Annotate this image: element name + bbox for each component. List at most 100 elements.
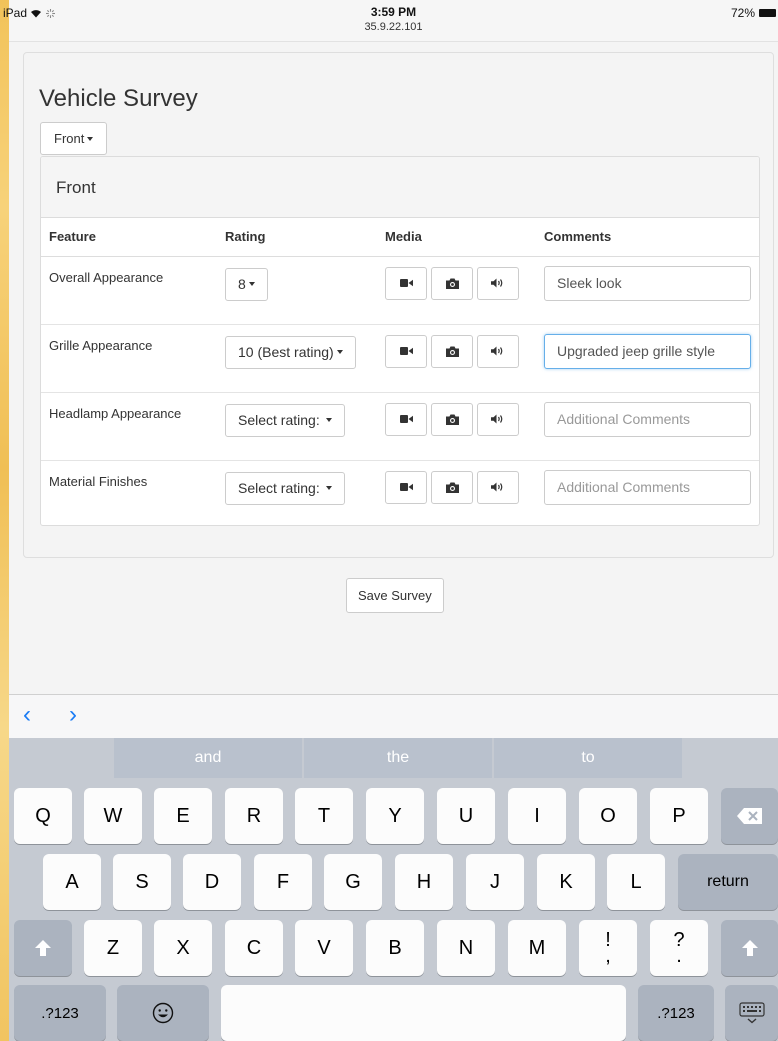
battery-icon [759, 9, 776, 17]
feature-label: Material Finishes [41, 459, 217, 525]
next-field-icon[interactable]: › [69, 701, 77, 729]
key-j[interactable]: J [466, 854, 524, 910]
column-header-media: Media [377, 218, 536, 257]
comment-input[interactable] [544, 401, 751, 437]
comment-cell [536, 323, 759, 392]
key-o[interactable]: O [579, 788, 637, 844]
key-p[interactable]: P [650, 788, 708, 844]
key-s[interactable]: S [113, 854, 171, 910]
caret-down-icon [325, 418, 332, 422]
rating-dropdown[interactable]: 10 (Best rating) [225, 335, 356, 369]
rating-dropdown[interactable]: Select rating: [225, 471, 345, 505]
key-question-period[interactable]: ? . [650, 920, 708, 976]
space-bar[interactable] [221, 985, 626, 1041]
battery-percent: 72% [730, 6, 755, 20]
audio-button[interactable] [477, 470, 519, 504]
photo-button[interactable] [431, 334, 473, 368]
page: iPad 3:59 PM 35.9.22.101 72% Vehicle Sur… [3, 0, 778, 1041]
page-url: 35.9.22.101 [364, 21, 423, 33]
key-k[interactable]: K [537, 854, 595, 910]
suggestion-bar: and the to [9, 738, 778, 778]
column-header-feature: Feature [41, 218, 217, 257]
rating-dropdown[interactable]: Select rating: [225, 403, 345, 437]
section-dropdown[interactable]: Front [40, 122, 108, 155]
section-card: Front Feature Rating Media Comments Over… [40, 156, 760, 526]
comment-input[interactable] [544, 469, 751, 505]
survey-panel: Vehicle Survey Front Front Feature Ratin… [23, 52, 774, 558]
comment-input[interactable] [544, 265, 751, 301]
video-button[interactable] [385, 402, 427, 436]
key-v[interactable]: V [295, 920, 353, 976]
rating-cell: 8 [217, 256, 377, 324]
key-h[interactable]: H [395, 854, 453, 910]
backspace-key[interactable] [721, 788, 778, 844]
photo-button[interactable] [431, 402, 473, 436]
shift-arrow-icon [35, 940, 51, 956]
key-bottom-char: . [676, 945, 682, 967]
numbers-key-right[interactable]: .?123 [638, 985, 714, 1041]
table-row: Overall Appearance 8 [41, 256, 759, 324]
video-camera-icon [399, 483, 413, 491]
photo-button[interactable] [431, 470, 473, 504]
shift-arrow-icon [741, 940, 758, 956]
return-key[interactable]: return [678, 854, 778, 910]
key-bottom-char: , [605, 945, 611, 967]
rating-dropdown[interactable]: 8 [225, 267, 268, 301]
previous-field-icon[interactable]: ‹ [23, 701, 31, 729]
photo-button[interactable] [431, 266, 473, 300]
section-heading: Front [41, 157, 759, 218]
key-r[interactable]: R [225, 788, 283, 844]
key-exclamation-comma[interactable]: ! , [579, 920, 637, 976]
comment-input[interactable] [544, 333, 751, 369]
key-x[interactable]: X [154, 920, 212, 976]
numbers-key-left[interactable]: .?123 [14, 985, 106, 1041]
video-button[interactable] [385, 334, 427, 368]
key-t[interactable]: T [295, 788, 353, 844]
key-d[interactable]: D [183, 854, 241, 910]
key-f[interactable]: F [254, 854, 312, 910]
column-header-comments: Comments [536, 218, 759, 257]
key-u[interactable]: U [437, 788, 495, 844]
media-cell [377, 256, 536, 324]
table-row: Material Finishes Select rating: [41, 459, 759, 525]
key-q[interactable]: Q [14, 788, 72, 844]
survey-table: Feature Rating Media Comments Overall Ap… [41, 218, 759, 525]
column-header-rating: Rating [217, 218, 377, 257]
audio-button[interactable] [477, 334, 519, 368]
shift-key-right[interactable] [721, 920, 778, 976]
emoji-key[interactable] [117, 985, 209, 1041]
status-bar: iPad 3:59 PM 35.9.22.101 72% [3, 0, 778, 42]
key-l[interactable]: L [607, 854, 665, 910]
save-survey-button[interactable]: Save Survey [346, 578, 444, 613]
key-a[interactable]: A [43, 854, 101, 910]
video-button[interactable] [385, 470, 427, 504]
key-e[interactable]: E [154, 788, 212, 844]
status-time: 3:59 PM [370, 5, 417, 19]
suggestion-item[interactable]: to [494, 738, 682, 778]
hide-keyboard-key[interactable] [725, 985, 778, 1041]
key-m[interactable]: M [508, 920, 566, 976]
video-button[interactable] [385, 266, 427, 300]
camera-icon [445, 414, 459, 425]
rating-cell: Select rating: [217, 459, 377, 525]
key-y[interactable]: Y [366, 788, 424, 844]
suggestion-item[interactable]: and [114, 738, 302, 778]
speaker-icon [491, 482, 503, 492]
suggestion-item[interactable]: the [304, 738, 492, 778]
speaker-icon [491, 278, 503, 288]
key-i[interactable]: I [508, 788, 566, 844]
table-row: Grille Appearance 10 (Best rating) [41, 323, 759, 392]
key-z[interactable]: Z [84, 920, 142, 976]
key-n[interactable]: N [437, 920, 495, 976]
left-edge-strip [0, 0, 9, 1041]
key-g[interactable]: G [324, 854, 382, 910]
key-w[interactable]: W [84, 788, 142, 844]
on-screen-keyboard: and the to Q W E R T Y U I O P A S D F G… [9, 738, 778, 1041]
caret-down-icon [87, 136, 94, 141]
audio-button[interactable] [477, 266, 519, 300]
key-c[interactable]: C [225, 920, 283, 976]
shift-key-left[interactable] [14, 920, 72, 976]
audio-button[interactable] [477, 402, 519, 436]
key-b[interactable]: B [366, 920, 424, 976]
media-cell [377, 391, 536, 460]
